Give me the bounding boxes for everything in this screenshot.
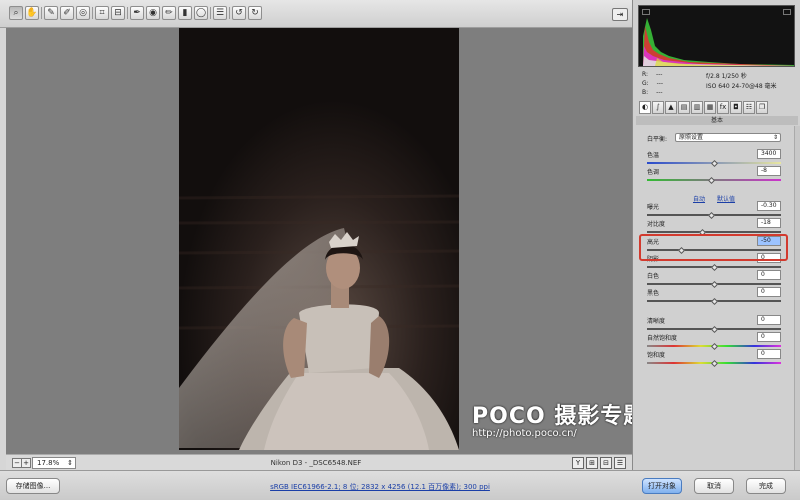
rotate-left-icon[interactable]: ↺ [232, 6, 246, 20]
rgb-g-row: G: --- [642, 79, 663, 88]
image-info: R: --- G: --- B: --- f/2.8 1/250 秒 ISO 6… [638, 70, 795, 100]
red-eye-icon[interactable]: ◉ [146, 6, 160, 20]
white-balance-icon[interactable]: ✎ [44, 6, 58, 20]
preferences-icon[interactable]: ☰ [213, 6, 227, 20]
open-object-button[interactable]: 打开对象 [642, 478, 682, 494]
blacks-label: 黑色 [647, 290, 660, 297]
rgb-r-row: R: --- [642, 70, 662, 79]
highlights-annotation-box [639, 234, 788, 261]
cancel-button[interactable]: 取消 [694, 478, 734, 494]
straighten-icon[interactable]: ⊟ [111, 6, 125, 20]
bottom-bar: 存储图像... sRGB IEC61966-2.1; 8 位; 2832 x 4… [0, 470, 800, 500]
histogram [638, 5, 795, 67]
fullscreen-toggle-icon[interactable]: ⇥ [612, 8, 628, 21]
tab-effects[interactable]: fx [717, 101, 729, 114]
saturation-label: 饱和度 [647, 352, 666, 359]
tab-tone-curve[interactable]: ∫ [652, 101, 664, 114]
save-image-button[interactable]: 存储图像... [6, 478, 60, 494]
tab-hsl[interactable]: ▤ [678, 101, 690, 114]
rotate-right-icon[interactable]: ↻ [248, 6, 262, 20]
panel-scrollbar[interactable] [794, 126, 800, 470]
white-balance-value: 原照设置 [679, 134, 704, 141]
watermark: POCO 摄影专题 http://photo.poco.cn/ [472, 398, 646, 439]
whites-input[interactable]: 0 [757, 270, 781, 280]
temperature-input[interactable]: 3400 [757, 149, 781, 159]
view-settings-icon[interactable]: ☰ [614, 457, 626, 469]
tab-camera-calibration[interactable]: ◘ [730, 101, 742, 114]
target-adjust-icon[interactable]: ◎ [76, 6, 90, 20]
temperature-label: 色温 [647, 152, 660, 159]
tab-detail[interactable]: ▲ [665, 101, 677, 114]
rgb-r-label: R: [642, 71, 649, 78]
zoom-icon[interactable]: ⌕ [9, 6, 23, 20]
contrast-input[interactable]: -18 [757, 218, 781, 228]
color-sampler-icon[interactable]: ✐ [60, 6, 74, 20]
tab-basic[interactable]: ◐ [639, 101, 651, 114]
vibrance-input[interactable]: 0 [757, 332, 781, 342]
crop-icon[interactable]: ⌗ [95, 6, 109, 20]
vibrance-label: 自然饱和度 [647, 335, 678, 342]
photo-preview [179, 28, 459, 450]
default-link[interactable]: 默认值 [717, 194, 735, 203]
rgb-g-value: --- [656, 80, 664, 87]
done-button[interactable]: 完成 [746, 478, 786, 494]
saturation-input[interactable]: 0 [757, 349, 781, 359]
whites-label: 白色 [647, 273, 660, 280]
file-name: Nikon D3 - _DSC6548.NEF [270, 459, 362, 467]
view-y-icon[interactable]: Y [572, 457, 584, 469]
zoom-level-select[interactable]: 17.8% ⇕ [32, 457, 76, 469]
watermark-logo: POCO 摄影专题 [472, 404, 647, 429]
rgb-b-label: B: [642, 89, 649, 96]
auto-link[interactable]: 自动 [693, 194, 705, 203]
toolbar-divider [92, 7, 93, 19]
zoom-stepper-icon: ⇕ [67, 459, 73, 467]
white-balance-select[interactable]: 原照设置 ⇕ [675, 133, 781, 142]
tab-lens-corrections[interactable]: ▦ [704, 101, 716, 114]
clarity-input[interactable]: 0 [757, 315, 781, 325]
zoom-level-value: 17.8% [37, 459, 60, 467]
exposure-label: 曝光 [647, 204, 660, 211]
contrast-label: 对比度 [647, 221, 666, 228]
toolbar-divider [229, 7, 230, 19]
toolbar-divider [127, 7, 128, 19]
aperture-shutter: f/2.8 1/250 秒 [706, 73, 747, 80]
zoom-in-icon[interactable]: + [21, 458, 31, 468]
preview-statusbar: − + 17.8% ⇕ Nikon D3 - _DSC6548.NEF Y ⊞ … [6, 454, 632, 470]
tab-snapshots[interactable]: ❐ [756, 101, 768, 114]
bride-photo [179, 28, 459, 450]
spot-removal-icon[interactable]: ✒ [130, 6, 144, 20]
histogram-graph [643, 18, 794, 66]
tint-input[interactable]: -8 [757, 166, 781, 176]
rgb-b-row: B: --- [642, 88, 663, 97]
section-title: 基本 [636, 116, 798, 125]
view-compare-icon[interactable]: ⊞ [586, 457, 598, 469]
workflow-options-link[interactable]: sRGB IEC61966-2.1; 8 位; 2832 x 4256 (12.… [250, 482, 510, 492]
panel-tabs: ◐ ∫ ▲ ▤ ▥ ▦ fx ◘ ☷ ❐ [636, 101, 798, 115]
white-balance-label: 白平衡: [647, 136, 668, 143]
tint-label: 色调 [647, 169, 660, 176]
clarity-label: 清晰度 [647, 318, 666, 325]
hand-icon[interactable]: ✋ [25, 6, 39, 20]
exposure-input[interactable]: -0.30 [757, 201, 781, 211]
iso-lens: ISO 640 24-70@48 毫米 [706, 83, 777, 90]
blacks-input[interactable]: 0 [757, 287, 781, 297]
toolbar: ⌕ ✋ ✎ ✐ ◎ ⌗ ⊟ ✒ ◉ ✏ ▮ ◯ ☰ ↺ ↻ ⇥ [0, 0, 632, 28]
rgb-g-label: G: [642, 80, 649, 87]
graduated-filter-icon[interactable]: ▮ [178, 6, 192, 20]
tab-split-toning[interactable]: ▥ [691, 101, 703, 114]
contrast-slider-track[interactable] [647, 231, 781, 233]
rgb-b-value: --- [656, 89, 663, 96]
rgb-r-value: --- [655, 71, 663, 78]
adjustment-brush-icon[interactable]: ✏ [162, 6, 176, 20]
tab-presets[interactable]: ☷ [743, 101, 755, 114]
chevron-updown-icon: ⇕ [772, 134, 778, 141]
toolbar-divider [210, 7, 211, 19]
toolbar-divider [41, 7, 42, 19]
image-preview [6, 28, 632, 454]
radial-filter-icon[interactable]: ◯ [194, 6, 208, 20]
view-swap-icon[interactable]: ⊟ [600, 457, 612, 469]
